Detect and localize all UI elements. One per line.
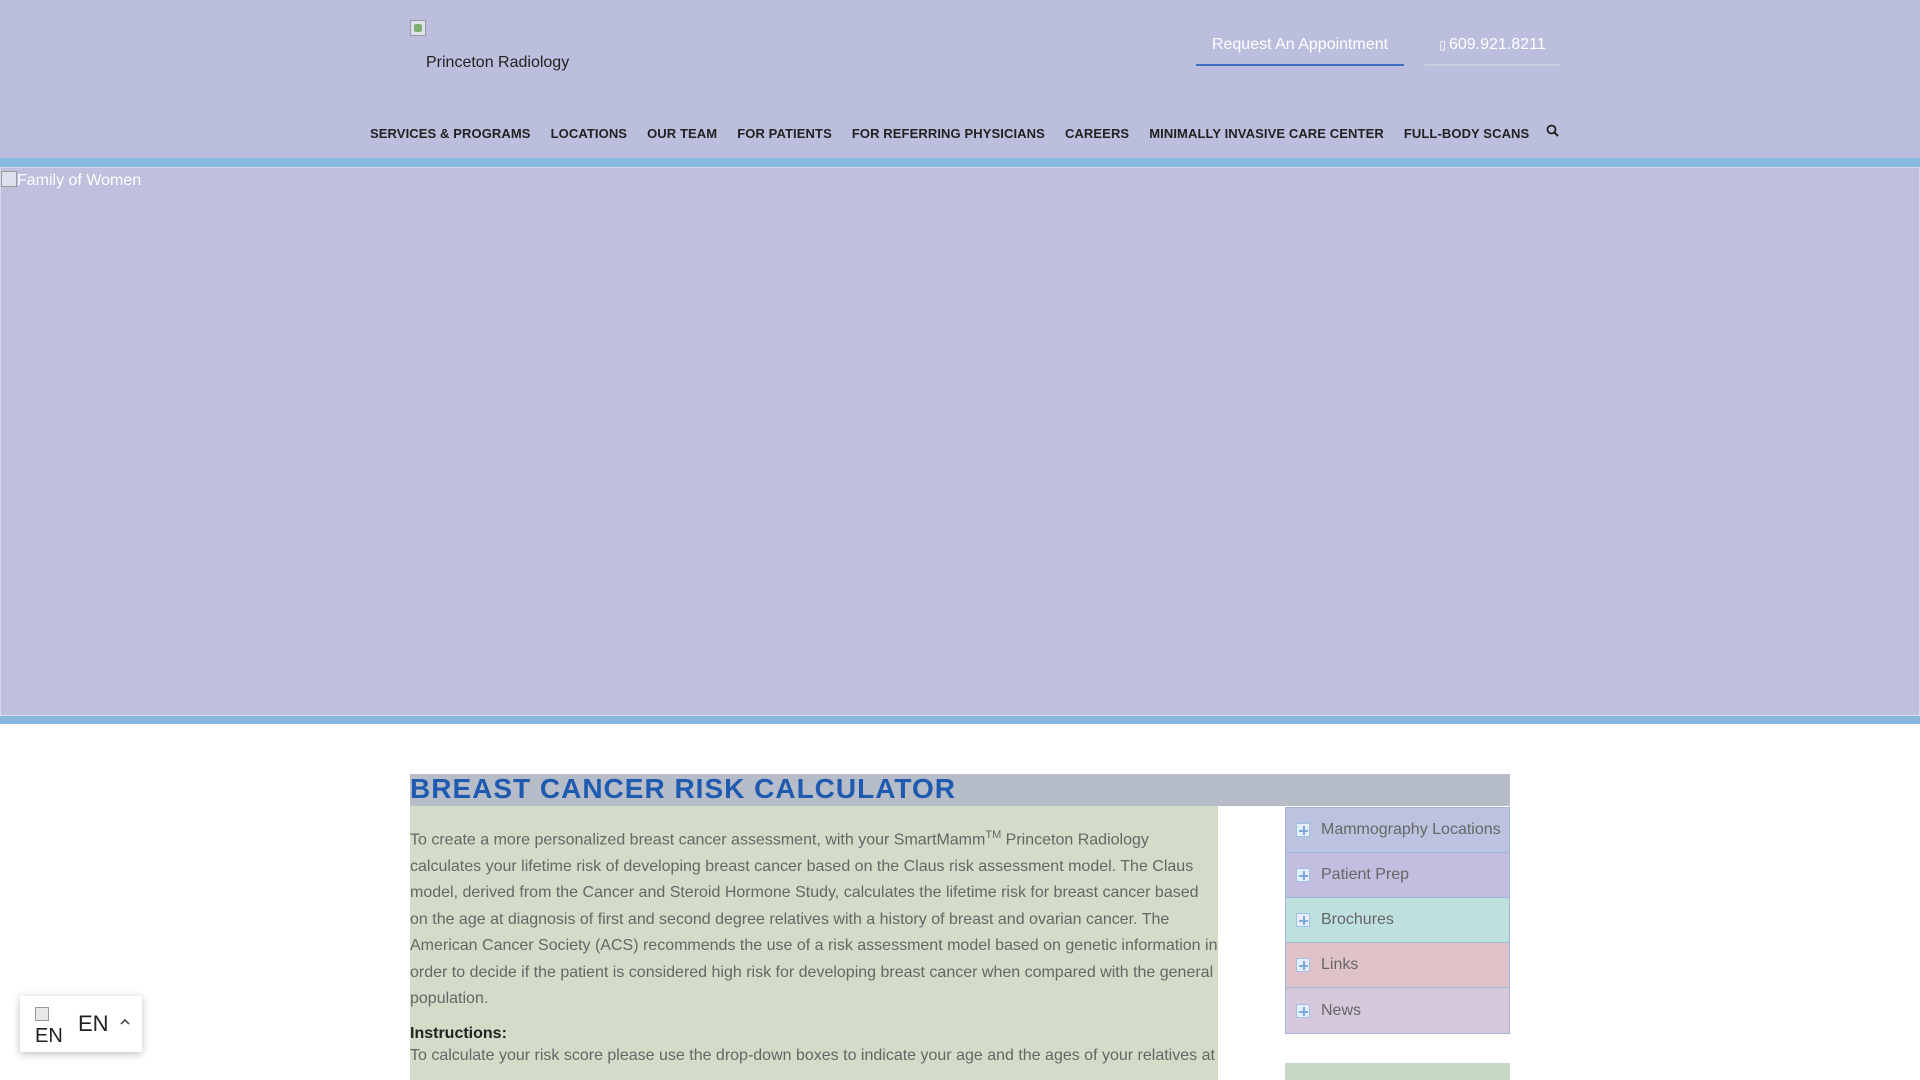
language-switcher[interactable]: EN EN — [20, 996, 142, 1052]
nav-careers[interactable]: CAREERS — [1065, 126, 1129, 141]
sidebar-item-label: Brochures — [1321, 911, 1394, 928]
search-icon[interactable] — [1545, 123, 1561, 139]
logo-image-icon — [410, 20, 426, 36]
expand-plus-icon — [1296, 868, 1310, 882]
hero-divider — [0, 716, 1920, 724]
language-flag-icon: EN — [35, 1007, 65, 1047]
nav-for-referring-physicians[interactable]: FOR REFERRING PHYSICIANS — [852, 126, 1045, 141]
flag-image-icon — [35, 1007, 49, 1021]
sidebar-item-mammography-locations[interactable]: Mammography Locations — [1286, 808, 1509, 853]
nav-our-team[interactable]: OUR TEAM — [647, 126, 717, 141]
phone-button[interactable]: ▯ 609.921.8211 — [1425, 28, 1560, 66]
hero-banner: Family of Women — [0, 167, 1920, 716]
request-appointment-button[interactable]: Request An Appointment — [1196, 28, 1404, 66]
sidebar-menu: Mammography Locations Patient Prep Broch… — [1285, 807, 1510, 1034]
site-logo[interactable]: Princeton Radiology — [410, 20, 590, 80]
phone-number: 609.921.8211 — [1448, 36, 1546, 53]
nav-full-body-scans[interactable]: FULL-BODY SCANS — [1404, 126, 1529, 141]
sidebar-item-patient-prep[interactable]: Patient Prep — [1286, 853, 1509, 898]
expand-plus-icon — [1296, 1003, 1310, 1018]
nav-locations[interactable]: LOCATIONS — [551, 126, 628, 141]
hero-image-alt: Family of Women — [17, 172, 142, 189]
language-code: EN — [78, 1011, 109, 1036]
main-content: To create a more personalized breast can… — [410, 806, 1218, 1080]
page-title: BREAST CANCER RISK CALCULATOR — [410, 773, 956, 804]
expand-plus-icon — [1296, 913, 1310, 927]
sidebar-widget — [1285, 1063, 1510, 1080]
sidebar-item-news[interactable]: News — [1286, 988, 1509, 1033]
intro-text-1: To create a more personalized breast can… — [410, 831, 986, 849]
main-navigation: SERVICES & PROGRAMS LOCATIONS OUR TEAM F… — [370, 122, 1549, 144]
nav-minimally-invasive-care-center[interactable]: MINIMALLY INVASIVE CARE CENTER — [1149, 126, 1384, 141]
sidebar-item-label: Patient Prep — [1321, 866, 1410, 883]
instructions-heading: Instructions: — [410, 1024, 507, 1042]
expand-plus-icon — [1296, 958, 1310, 972]
intro-text-2: Princeton Radiology calculates your life… — [410, 831, 1218, 1008]
nav-for-patients[interactable]: FOR PATIENTS — [737, 126, 832, 141]
expand-plus-icon — [1296, 823, 1310, 837]
sidebar-item-brochures[interactable]: Brochures — [1286, 898, 1509, 943]
logo-text: Princeton Radiology — [426, 54, 570, 71]
nav-services-programs[interactable]: SERVICES & PROGRAMS — [370, 126, 531, 141]
flag-alt-text: EN — [35, 1025, 63, 1047]
header-divider — [0, 158, 1920, 167]
request-appointment-label: Request An Appointment — [1211, 36, 1389, 53]
intro-paragraph: To create a more personalized breast can… — [410, 806, 1218, 1013]
hero-image-icon — [1, 171, 17, 187]
trademark: TM — [985, 829, 1002, 841]
site-header: Princeton Radiology Request An Appointme… — [0, 0, 1920, 158]
instructions-text: To calculate your risk score please use … — [410, 1046, 1215, 1064]
phone-icon: ▯ — [1439, 38, 1446, 52]
sidebar-item-label: News — [1321, 1001, 1362, 1019]
sidebar-item-label: Mammography Locations — [1321, 821, 1501, 838]
sidebar-item-label: Links — [1321, 956, 1359, 973]
chevron-up-icon — [117, 1014, 133, 1030]
sidebar-item-links[interactable]: Links — [1286, 943, 1509, 988]
